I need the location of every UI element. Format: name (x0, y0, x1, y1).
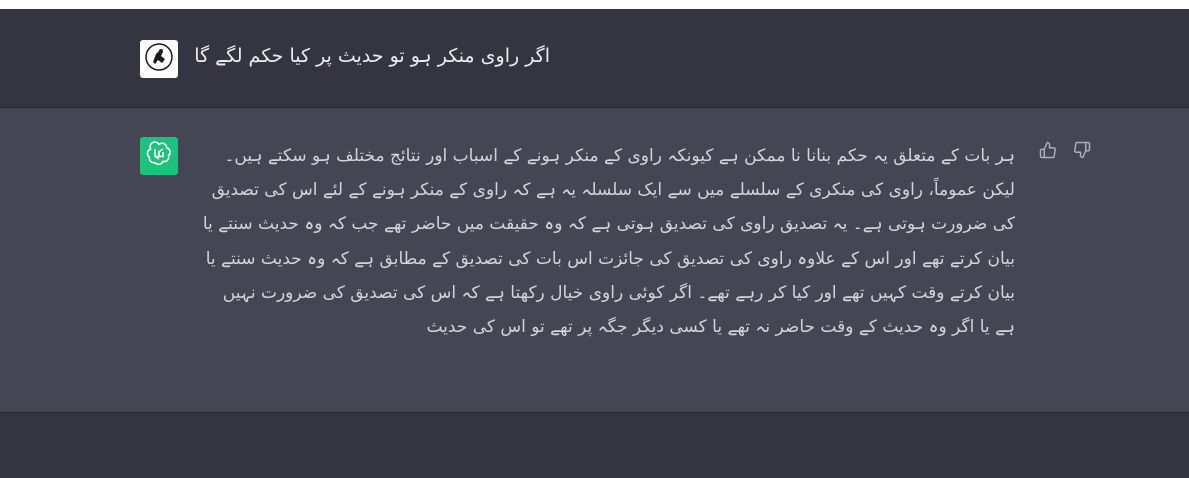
thumbs-down-icon (1073, 141, 1091, 163)
user-avatar (140, 40, 178, 78)
user-message-text: اگر راوی منکر ہو تو حدیث پر کیا حکم لگے … (194, 45, 550, 67)
window-top-edge (0, 0, 1189, 9)
assistant-message-text: ہر بات کے متعلق یہ حکم بنانا نا ممکن ہے … (202, 146, 1015, 338)
thumbs-up-icon (1039, 141, 1057, 163)
assistant-message-row: ہر بات کے متعلق یہ حکم بنانا نا ممکن ہے … (0, 108, 1189, 413)
thumbs-down-button[interactable] (1072, 141, 1092, 163)
bottom-spacer (0, 413, 1189, 478)
openai-logo-icon (146, 141, 172, 171)
user-message-row: اگر راوی منکر ہو تو حدیث پر کیا حکم لگے … (0, 9, 1189, 108)
thumbs-up-button[interactable] (1038, 141, 1058, 163)
feedback-controls (1038, 141, 1092, 163)
assistant-avatar (140, 137, 178, 175)
user-avatar-icon (144, 42, 174, 76)
